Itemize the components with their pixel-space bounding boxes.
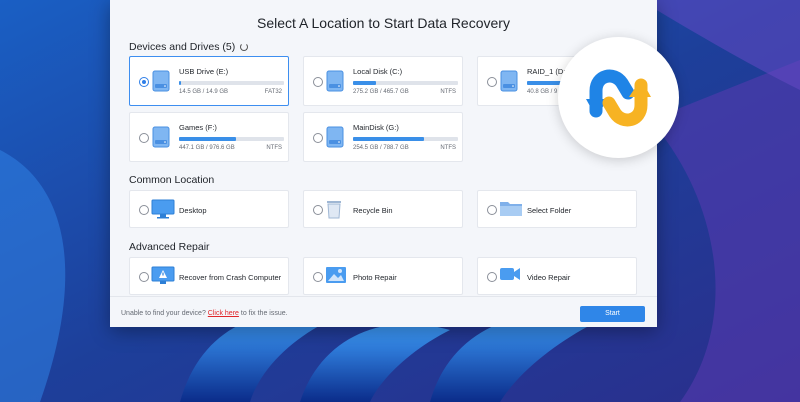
drive-filesystem: FAT32 — [264, 89, 282, 95]
drive-usage-fill — [179, 81, 182, 85]
drive-radio[interactable] — [313, 77, 323, 87]
section-advanced-label: Advanced Repair — [129, 241, 210, 253]
drive-size: 14.5 GB / 14.9 GB — [179, 89, 229, 95]
section-devices-label: Devices and Drives (5) — [129, 41, 236, 53]
drive-usage-bar — [179, 137, 284, 141]
drive-usage-bar — [353, 137, 458, 141]
start-button[interactable]: Start — [580, 306, 645, 322]
drive-icon — [500, 70, 518, 92]
monitor-icon — [151, 199, 175, 221]
logo-badge — [558, 37, 679, 158]
common_locations-card[interactable]: Select Folder — [477, 190, 637, 228]
advanced_repair-label: Photo Repair — [353, 273, 397, 282]
advanced_repair-card[interactable]: Photo Repair — [303, 257, 463, 295]
drive-icon — [326, 70, 344, 92]
advanced_repair-label: Recover from Crash Computer — [179, 273, 282, 282]
drive-name: MainDisk (G:) — [353, 123, 399, 132]
drive-radio[interactable] — [487, 77, 497, 87]
section-devices-header: Devices and Drives (5) — [129, 41, 249, 53]
crash-computer-icon — [151, 266, 175, 288]
common_locations-radio[interactable] — [139, 205, 149, 215]
drive-size: 254.5 GB / 788.7 GB — [353, 145, 409, 151]
folder-icon — [499, 199, 522, 221]
section-common-label: Common Location — [129, 174, 215, 186]
drive-size: 40.8 GB / 9 — [527, 89, 558, 95]
drive-usage-fill — [353, 137, 425, 141]
drive-usage-fill — [353, 81, 377, 85]
click-here-link[interactable]: Click here — [208, 310, 239, 317]
video-camera-icon — [499, 266, 520, 288]
drive-usage-bar — [353, 81, 458, 85]
drive-filesystem: NTFS — [440, 145, 456, 151]
drive-card[interactable]: USB Drive (E:) 14.5 GB / 14.9 GB FAT32 — [129, 56, 289, 106]
common_locations-label: Recycle Bin — [353, 206, 393, 215]
drive-icon — [326, 126, 344, 148]
drive-usage-fill — [179, 137, 236, 141]
common_locations-card[interactable]: Recycle Bin — [303, 190, 463, 228]
advanced_repair-label: Video Repair — [527, 273, 571, 282]
advanced_repair-radio[interactable] — [313, 272, 323, 282]
footer-help-text: Unable to find your device? Click here t… — [121, 310, 288, 317]
drive-card[interactable]: Games (F:) 447.1 GB / 976.6 GB NTFS — [129, 112, 289, 162]
drive-radio[interactable] — [313, 133, 323, 143]
drive-name: USB Drive (E:) — [179, 67, 229, 76]
footer-suffix: to fix the issue. — [240, 310, 288, 317]
drive-name: Games (F:) — [179, 123, 217, 132]
drive-icon — [152, 70, 170, 92]
footer-prefix: Unable to find your device? — [121, 310, 206, 317]
dialog-title: Select A Location to Start Data Recovery — [257, 15, 510, 31]
drive-size: 447.1 GB / 976.6 GB — [179, 145, 235, 151]
drive-size: 275.2 GB / 465.7 GB — [353, 89, 409, 95]
common_locations-card[interactable]: Desktop — [129, 190, 289, 228]
drive-filesystem: NTFS — [440, 89, 456, 95]
dialog-footer: Unable to find your device? Click here t… — [110, 296, 657, 327]
recycle-bin-icon — [325, 199, 343, 221]
advanced_repair-radio[interactable] — [487, 272, 497, 282]
refresh-icon[interactable] — [240, 43, 249, 52]
advanced_repair-radio[interactable] — [139, 272, 149, 282]
photo-icon — [325, 266, 346, 288]
common_locations-radio[interactable] — [487, 205, 497, 215]
drive-radio[interactable] — [139, 77, 149, 87]
drive-radio[interactable] — [139, 133, 149, 143]
advanced_repair-card[interactable]: Recover from Crash Computer — [129, 257, 289, 295]
drive-name: Local Disk (C:) — [353, 67, 403, 76]
advanced_repair-card[interactable]: Video Repair — [477, 257, 637, 295]
drive-icon — [152, 126, 170, 148]
common_locations-label: Select Folder — [527, 206, 572, 215]
common_locations-label: Desktop — [179, 206, 207, 215]
drive-filesystem: NTFS — [266, 145, 282, 151]
recovery-app-logo-icon — [586, 69, 651, 127]
common_locations-radio[interactable] — [313, 205, 323, 215]
drive-usage-bar — [179, 81, 284, 85]
drive-card[interactable]: MainDisk (G:) 254.5 GB / 788.7 GB NTFS — [303, 112, 463, 162]
drive-card[interactable]: Local Disk (C:) 275.2 GB / 465.7 GB NTFS — [303, 56, 463, 106]
